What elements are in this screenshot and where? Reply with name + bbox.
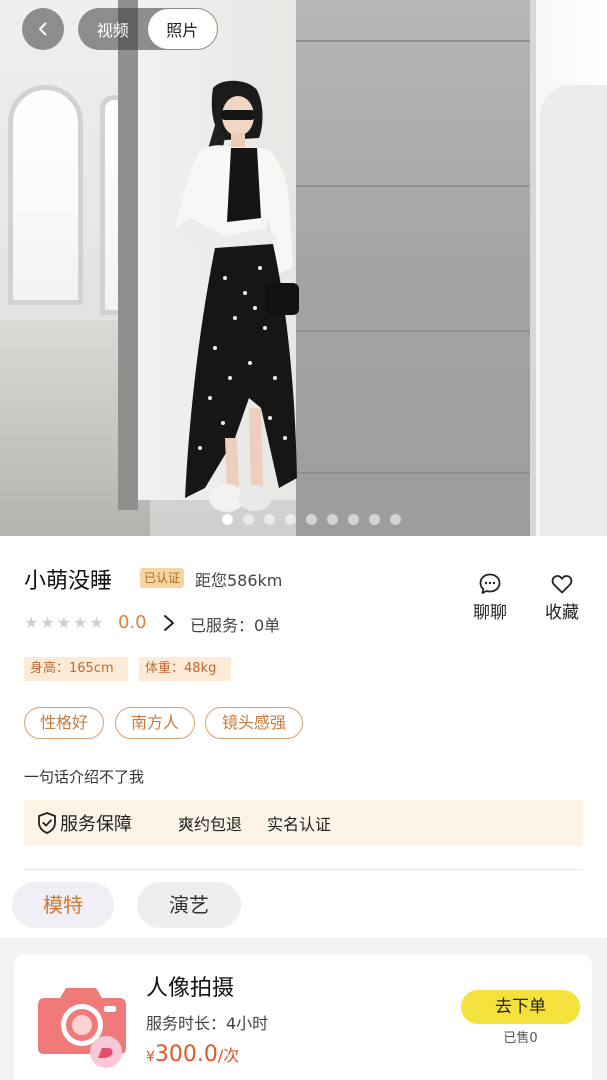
distance-text: 距您586km xyxy=(195,571,283,590)
service-duration: 服务时长：4小时 xyxy=(146,1014,269,1033)
star-icon: ★ xyxy=(89,613,104,632)
carousel-dot[interactable] xyxy=(243,514,254,525)
verified-badge: 已认证 xyxy=(140,568,185,588)
star-icon: ★ xyxy=(56,613,72,632)
carousel-dot[interactable] xyxy=(285,514,296,525)
guarantee-title: 服务保障 xyxy=(60,814,132,835)
weight-attribute: 体重：48kg xyxy=(139,657,231,681)
shield-check-icon xyxy=(38,812,56,834)
guarantee-item: 爽约包退 xyxy=(178,815,243,834)
price-unit: /次 xyxy=(217,1046,240,1065)
photo-background xyxy=(296,40,534,42)
service-price: ¥300.0/次 xyxy=(146,1042,239,1067)
chat-bubble-icon xyxy=(479,573,501,594)
guarantee-item: 实名认证 xyxy=(267,815,332,834)
service-guarantee-bar[interactable]: 服务保障 爽约包退 实名认证 xyxy=(24,800,583,846)
personality-tag: 南方人 xyxy=(115,707,195,739)
sold-count: 已售0 xyxy=(503,1031,538,1046)
bio-text: 一句话介绍不了我 xyxy=(24,768,145,786)
personality-tag: 性格好 xyxy=(24,707,104,739)
price-currency: ¥ xyxy=(146,1049,155,1065)
heart-icon xyxy=(551,575,573,594)
profile-name: 小萌没睡 xyxy=(24,569,113,594)
media-type-toggle: 视频 照片 xyxy=(78,8,218,50)
photo-carousel[interactable]: 视频 照片 xyxy=(0,0,607,536)
price-amount: 300.0 xyxy=(154,1042,218,1067)
served-count: 已服务：0单 xyxy=(190,616,281,635)
carousel-dot[interactable] xyxy=(306,514,317,525)
photo-background xyxy=(540,85,607,536)
chevron-right-icon[interactable] xyxy=(161,612,177,634)
tab-photo[interactable]: 照片 xyxy=(147,9,217,49)
photo-background xyxy=(296,185,534,187)
order-button[interactable]: 去下单 xyxy=(461,990,580,1024)
carousel-dot[interactable] xyxy=(390,514,401,525)
photo-background xyxy=(296,472,534,474)
star-icon: ★ xyxy=(40,613,55,632)
chevron-left-icon xyxy=(39,22,47,36)
category-tab-model[interactable]: 模特 xyxy=(12,882,114,928)
star-icon: ★ xyxy=(24,613,39,632)
rating-score: 0.0 xyxy=(118,612,147,633)
photo-background xyxy=(8,85,83,305)
photo-background xyxy=(296,330,534,332)
favorite-label: 收藏 xyxy=(545,603,579,623)
rating-stars: ★ ★ ★ ★ ★ xyxy=(24,614,104,632)
back-button[interactable] xyxy=(22,8,64,50)
camera-icon xyxy=(38,988,126,1068)
service-card[interactable]: 人像拍摄 服务时长：4小时 ¥300.0/次 去下单 已售0 xyxy=(14,954,592,1080)
carousel-dot[interactable] xyxy=(369,514,380,525)
service-title: 人像拍摄 xyxy=(146,976,235,1001)
portrait-figure xyxy=(175,80,299,512)
carousel-dot[interactable] xyxy=(327,514,338,525)
height-attribute: 身高：165cm xyxy=(24,657,128,681)
personality-tag: 镜头感强 xyxy=(205,707,303,739)
chat-button[interactable]: 聊聊 xyxy=(465,572,515,623)
carousel-indicator xyxy=(222,514,401,525)
section-divider xyxy=(24,869,583,870)
carousel-dot[interactable] xyxy=(264,514,275,525)
photo-background xyxy=(118,0,138,510)
favorite-button[interactable]: 收藏 xyxy=(537,572,587,623)
carousel-dot[interactable] xyxy=(222,514,233,525)
carousel-dot[interactable] xyxy=(348,514,359,525)
tab-video[interactable]: 视频 xyxy=(78,8,148,50)
category-tab-performing-arts[interactable]: 演艺 xyxy=(137,882,241,928)
star-icon: ★ xyxy=(73,613,88,632)
photo-background xyxy=(296,0,534,536)
chat-label: 聊聊 xyxy=(473,603,507,623)
